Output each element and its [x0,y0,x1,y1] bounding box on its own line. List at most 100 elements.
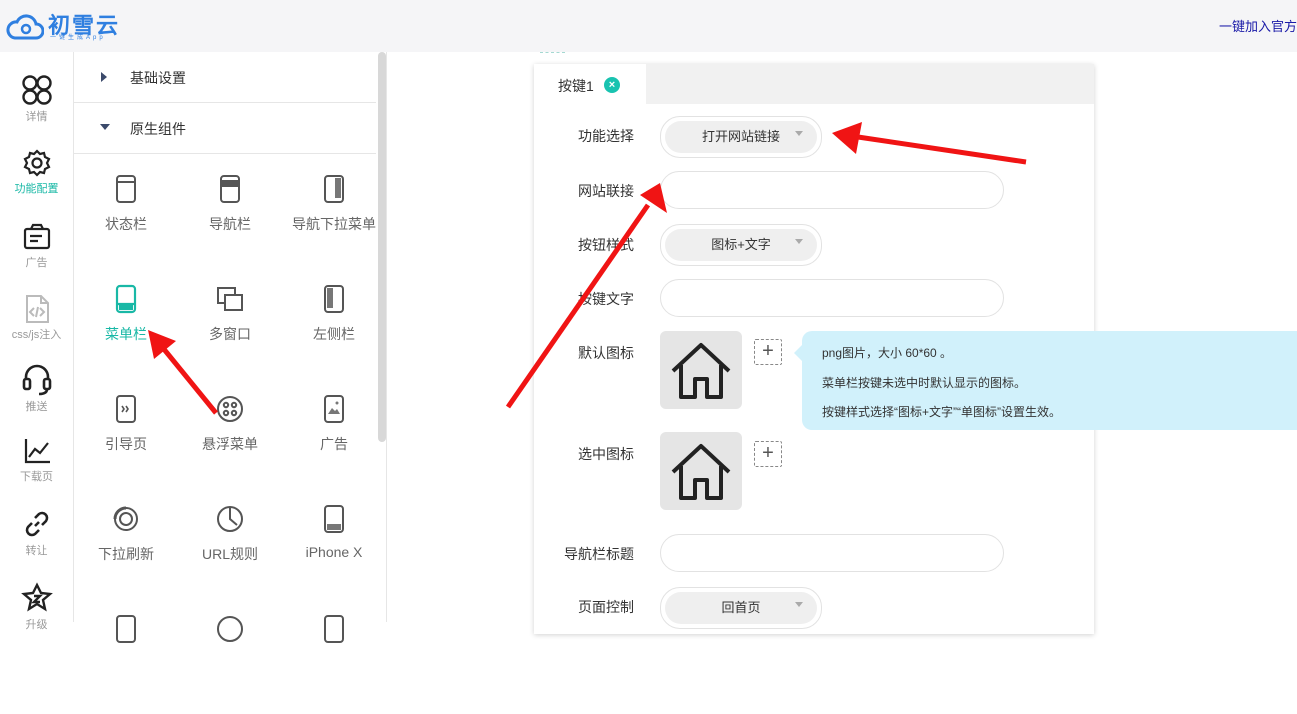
section-basic-settings[interactable]: 基础设置 [74,52,376,103]
comp-label: 导航下拉菜单 [292,216,376,232]
nav-item-function-config[interactable]: 功能配置 [0,148,73,218]
comp-more-1[interactable] [74,614,178,714]
tooltip-line: 菜单栏按键未选中时默认显示的图标。 [822,376,1027,390]
nav-title-label: 导航栏标题 [564,546,634,562]
nav-label: 详情 [25,111,48,123]
comp-url-rule[interactable]: URL规则 [178,504,282,604]
comp-menu-bar[interactable]: 菜单栏 [74,284,178,384]
comp-nav-dropdown[interactable]: 导航下拉菜单 [282,174,386,274]
comp-label: iPhone X [305,544,363,560]
button-text-label: 按键文字 [578,291,634,307]
page-control-value: 回首页 [665,592,817,624]
divider [540,52,565,54]
add-default-icon-button[interactable]: + [754,339,782,365]
comp-multi-window[interactable]: 多窗口 [178,284,282,384]
nav-label: 下载页 [20,471,53,483]
nav-item-details[interactable]: 详情 [0,74,73,144]
cloud-logo-icon [6,14,44,40]
nav-label: 功能配置 [14,183,59,195]
default-icon-preview[interactable] [660,331,742,409]
tooltip-line: 按键样式选择“图标+文字”“单图标”设置生效。 [822,405,1061,419]
comp-iphone-x[interactable]: iPhone X [282,504,386,604]
close-icon[interactable]: × [604,77,620,93]
top-header: 初雪云 一键生成App 一键加入官方 [0,0,1297,52]
nav-item-css-js[interactable]: css/js注入 [0,294,73,364]
button-style-value: 图标+文字 [665,229,817,261]
nav-bar-icon [220,175,240,203]
nav-title-input[interactable] [660,534,1004,572]
comp-label: 状态栏 [105,216,147,232]
nav-label: 转让 [25,545,48,557]
star-badge-icon [20,582,53,612]
phone-icon [324,615,344,643]
website-url-label: 网站联接 [578,183,634,199]
comp-label: 引导页 [105,436,147,452]
tooltip-line: png图片，大小 60*60 。 [822,346,953,360]
url-rule-icon [217,506,243,532]
selected-icon-label: 选中图标 [578,446,634,462]
nav-label: css/js注入 [11,329,62,341]
add-selected-icon-button[interactable]: + [754,441,782,467]
headset-icon [22,364,51,396]
chevron-down-icon [795,602,803,607]
nav-item-download-page[interactable]: 下载页 [0,436,73,506]
pull-refresh-icon [113,506,138,531]
tab-button-1[interactable]: 按键1 × [534,64,646,104]
clover-icon [21,75,52,105]
button-text-input[interactable] [660,279,1004,317]
button-style-select[interactable]: 图标+文字 [660,224,822,266]
caret-right-icon [101,72,107,82]
comp-label: 左侧栏 [313,326,355,342]
left-sidebar-icon [324,285,344,313]
left-nav: 详情 功能配置 广告 css/js注入 推送 下载页 转让 升级 [0,52,74,631]
menu-bar-icon [115,284,137,314]
nav-dropdown-icon [324,175,344,203]
button-style-label: 按钮样式 [578,237,634,253]
comp-label: 导航栏 [209,216,251,232]
comp-guide-page[interactable]: 引导页 [74,394,178,494]
comp-more-3[interactable] [282,614,386,714]
chevron-down-icon [795,239,803,244]
comp-left-sidebar[interactable]: 左侧栏 [282,284,386,384]
selected-icon-preview[interactable] [660,432,742,510]
page-control-select[interactable]: 回首页 [660,587,822,629]
nav-label: 推送 [25,401,48,413]
code-file-icon [25,295,49,323]
join-official-link[interactable]: 一键加入官方 [1219,16,1297,35]
tab-label: 按键1 [558,78,594,94]
nav-item-transfer[interactable]: 转让 [0,508,73,578]
link-icon [25,511,48,537]
ad-card-icon [23,223,50,250]
nav-item-ads[interactable]: 广告 [0,222,73,292]
comp-nav-bar[interactable]: 导航栏 [178,174,282,274]
page-control-label: 页面控制 [578,599,634,615]
comp-label: 广告 [320,436,348,452]
website-url-input[interactable] [660,171,1004,209]
tab-bar: 按键1 × [534,64,1094,104]
circle-icon [217,616,243,642]
comp-pull-refresh[interactable]: 下拉刷新 [74,504,178,604]
comp-ad[interactable]: 广告 [282,394,386,494]
nav-item-upgrade[interactable]: 升级 [0,582,73,652]
line-chart-icon [24,439,50,464]
home-icon [671,343,731,399]
comp-status-bar[interactable]: 状态栏 [74,174,178,274]
comp-float-menu[interactable]: 悬浮菜单 [178,394,282,494]
icon-help-tooltip: png图片，大小 60*60 。 菜单栏按键未选中时默认显示的图标。 按键样式选… [794,331,1297,430]
status-bar-icon [116,175,136,203]
caret-down-icon [100,124,110,130]
chevron-down-icon [795,131,803,136]
function-select[interactable]: 打开网站链接 [660,116,822,158]
component-panel: 基础设置 原生组件 状态栏 导航栏 导航下拉菜单 菜单栏 多窗口 左侧栏 引导页… [74,52,387,643]
nav-label: 广告 [25,257,48,269]
section-label: 原生组件 [130,121,186,137]
nav-item-push[interactable]: 推送 [0,362,73,432]
gear-icon [23,149,50,177]
guide-page-icon [116,395,136,423]
float-menu-icon [217,396,243,422]
multi-window-icon [217,287,243,311]
section-native-components[interactable]: 原生组件 [74,103,376,154]
phone-icon [116,615,136,643]
comp-more-2[interactable] [178,614,282,714]
function-select-label: 功能选择 [578,128,634,144]
